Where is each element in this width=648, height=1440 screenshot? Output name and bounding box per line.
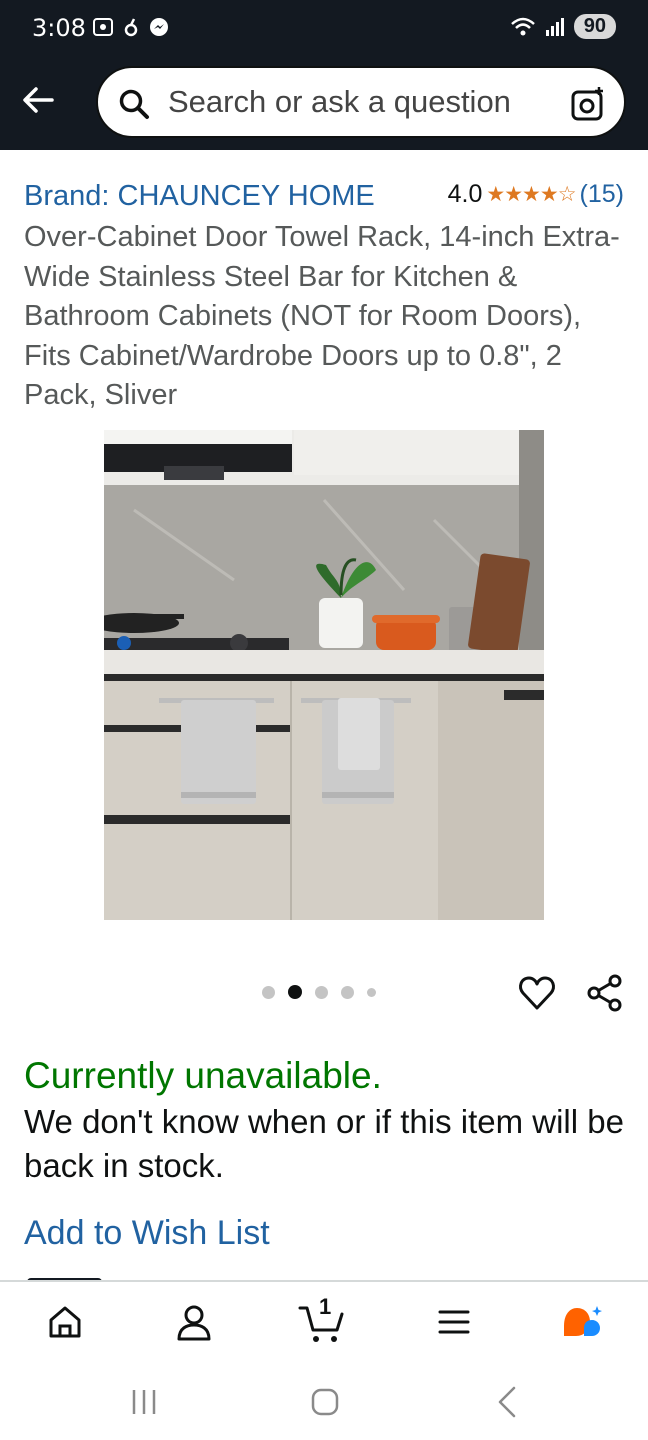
rating-count[interactable]: (15) (580, 180, 624, 209)
rating-summary[interactable]: 4.0 ★★★★☆ (15) (448, 180, 624, 209)
battery-indicator: 90 (573, 14, 616, 39)
carousel-dot[interactable] (262, 985, 275, 999)
camera-search-icon[interactable] (570, 86, 606, 122)
status-time: 3:08 (32, 14, 86, 42)
availability-message: We don't know when or if this item will … (24, 1103, 624, 1184)
account-icon[interactable] (172, 1300, 216, 1344)
status-bar: 3:08 90 (0, 0, 648, 60)
heart-icon[interactable] (517, 973, 557, 1013)
home-button-icon[interactable] (305, 1382, 345, 1422)
bottom-navigation: 1 (0, 1280, 648, 1360)
notification-icon (124, 18, 138, 37)
menu-icon[interactable] (432, 1300, 476, 1344)
rufus-icon[interactable] (560, 1300, 604, 1344)
carousel-dot[interactable] (367, 987, 376, 997)
star-rating-icon: ★★★★☆ (486, 183, 576, 206)
system-back-icon[interactable] (488, 1382, 528, 1422)
home-icon[interactable] (43, 1300, 87, 1344)
app-header: Search or ask a question (0, 60, 648, 150)
share-icon[interactable] (585, 973, 625, 1013)
system-navigation-bar (0, 1360, 648, 1440)
status-notification-icons (92, 16, 170, 38)
product-title: Over-Cabinet Door Towel Rack, 14-inch Ex… (24, 221, 620, 411)
signal-icon (545, 17, 564, 36)
messenger-icon (150, 18, 168, 36)
cart-count: 1 (319, 1294, 332, 1319)
carousel-dot[interactable] (341, 985, 354, 999)
image-carousel-dots[interactable] (262, 985, 376, 999)
back-arrow-icon[interactable] (18, 80, 58, 120)
brand-link[interactable]: Brand: CHAUNCEY HOME (24, 180, 375, 213)
brand-rating-row: Brand: CHAUNCEY HOME 4.0 ★★★★☆ (15) (24, 176, 624, 216)
search-input[interactable]: Search or ask a question (168, 84, 511, 120)
availability-status: Currently unavailable. (24, 1055, 382, 1096)
product-image[interactable] (104, 430, 544, 920)
cart-button[interactable]: 1 (297, 1294, 349, 1348)
rating-value: 4.0 (447, 180, 483, 208)
status-system-icons: 90 (510, 14, 616, 39)
search-bar[interactable]: Search or ask a question (96, 66, 626, 138)
carousel-dot[interactable] (315, 985, 328, 999)
screenshot-icon (93, 18, 113, 36)
carousel-dot-active[interactable] (288, 985, 302, 999)
recent-apps-icon[interactable] (124, 1382, 164, 1422)
search-icon (119, 89, 149, 119)
product-photo (104, 430, 544, 920)
wifi-icon (510, 17, 535, 35)
add-to-wish-list-link[interactable]: Add to Wish List (24, 1214, 270, 1253)
